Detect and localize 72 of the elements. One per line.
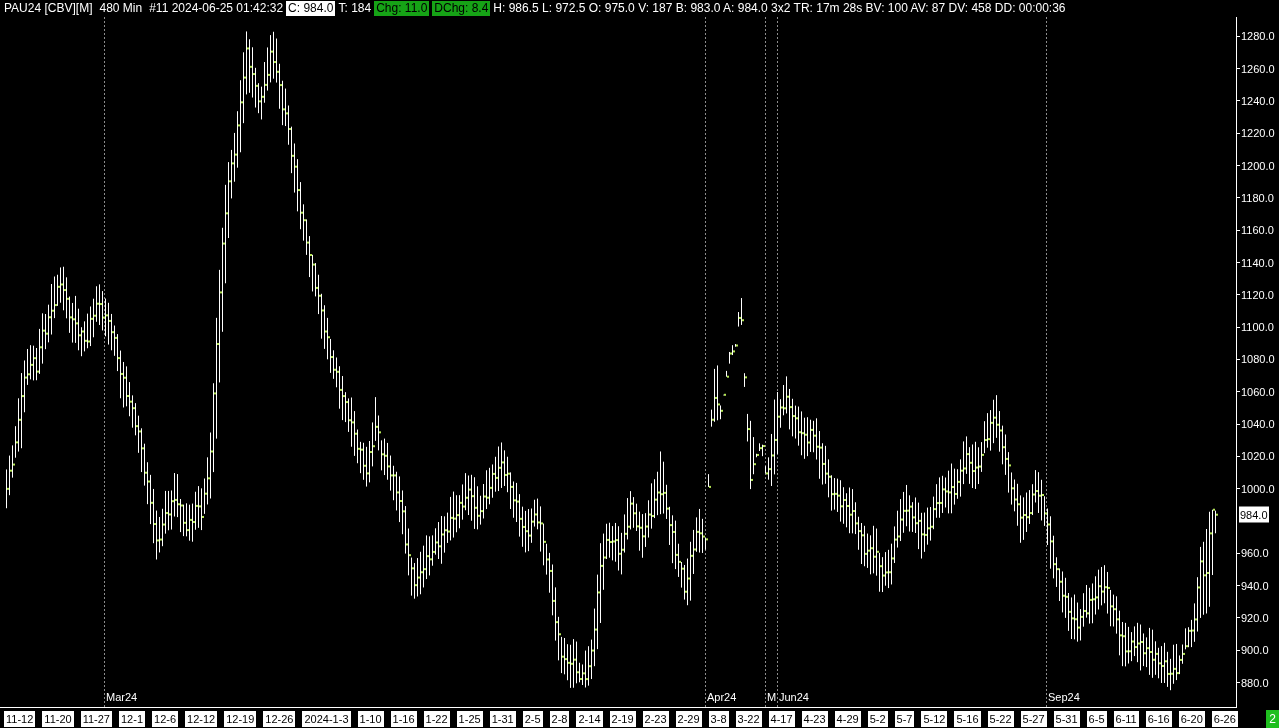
last-price-marker: 984.0 (1239, 506, 1269, 523)
contract-label: Jun24 (779, 691, 809, 704)
time-axis-label: 12-1 (119, 711, 145, 727)
time-axis-label: 11-20 (42, 711, 74, 727)
time-axis-label: 5-31 (1053, 711, 1080, 727)
price-axis-label: 1060.0 (1241, 384, 1275, 399)
contract-label: Apr24 (707, 691, 737, 704)
time-axis-label: 11-12 (4, 711, 36, 727)
time-axis-label: 4-17 (768, 711, 795, 727)
time-axis-label: 2-14 (576, 711, 603, 727)
time-axis-label: 2024-1-3 (302, 711, 351, 727)
time-axis-label: 12-26 (263, 711, 296, 727)
time-axis-label: 6-16 (1145, 711, 1172, 727)
status-badge: 2 (1266, 710, 1279, 728)
price-axis-label: 900.0 (1241, 643, 1269, 658)
price-axis-label: 940.0 (1241, 578, 1269, 593)
time-axis-label: 5-16 (954, 711, 981, 727)
price-axis-label: 960.0 (1241, 546, 1269, 561)
contract-label: Sep24 (1048, 691, 1080, 704)
price-axis-label: 1040.0 (1241, 417, 1275, 432)
time-axis-label: 1-16 (390, 711, 417, 727)
time-axis-label: 5-27 (1020, 711, 1047, 727)
time-axis-label: 6-26 (1211, 711, 1238, 727)
price-axis-label: 1080.0 (1241, 352, 1275, 367)
time-axis-label: 6-5 (1086, 711, 1107, 727)
time-axis-label: 5-7 (894, 711, 915, 727)
price-axis-label: 1260.0 (1241, 61, 1275, 76)
time-axis-label: 2-23 (642, 711, 669, 727)
price-axis-label: 920.0 (1241, 610, 1269, 625)
time-axis-label: 2-29 (675, 711, 702, 727)
price-axis-label: 1220.0 (1241, 126, 1275, 141)
price-axis-label: 1180.0 (1241, 190, 1274, 205)
price-axis-label: 1200.0 (1241, 158, 1275, 173)
quote-text: H: 986.5 L: 972.5 O: 975.0 V: 187 B: 983.0 A: 984.0 3x2 TR: 17m 28s BV: 100 AV: 87 DV: 458 DD: 00:00:36 (493, 1, 1066, 16)
price-axis-label: 1020.0 (1241, 449, 1275, 464)
time-axis-label: 5-12 (921, 711, 948, 727)
time-axis-label: 12-6 (152, 711, 179, 727)
price-axis-label: 1240.0 (1241, 93, 1275, 108)
time-axis-label: 12-12 (185, 711, 218, 727)
price-axis-label: 1160.0 (1241, 223, 1274, 238)
price-axis-label: 1000.0 (1241, 481, 1275, 496)
contract-label: Mar24 (106, 691, 138, 704)
price-axis-label: 1280.0 (1241, 29, 1275, 44)
change-quote: Chg: 11.0 (374, 1, 430, 16)
time-axis-label: 5-22 (987, 711, 1014, 727)
quote-text: PAU24 [CBV][M] (4, 1, 93, 16)
time-axis-label: 1-22 (423, 711, 450, 727)
time-axis-label: 3-8 (708, 711, 729, 727)
time-axis-label: 1-10 (357, 711, 384, 727)
time-axis-label: 1-25 (456, 711, 483, 727)
quote-text: #11 2024-06-25 01:42:32 (149, 1, 284, 16)
time-axis-label: 1-31 (489, 711, 516, 727)
time-axis-label: 2-8 (549, 711, 570, 727)
price-axis-label: 880.0 (1241, 675, 1269, 690)
time-axis-label: 4-29 (834, 711, 861, 727)
time-axis-label: 6-11 (1113, 711, 1139, 727)
close-quote: C: 984.0 (286, 1, 336, 16)
price-axis-label: 1100.0 (1241, 320, 1274, 335)
time-axis-label: 6-20 (1178, 711, 1205, 727)
price-axis-label: 1120.0 (1241, 287, 1274, 302)
quote-text: 480 Min (99, 1, 143, 16)
contract-label: M (767, 691, 777, 704)
time-axis-label: 4-23 (801, 711, 828, 727)
change-quote: DChg: 8.4 (432, 1, 491, 16)
time-axis-label: 2-19 (609, 711, 636, 727)
time-axis-label: 12-19 (224, 711, 257, 727)
quote-text: T: 184 (338, 1, 372, 16)
time-axis-label: 5-2 (867, 711, 888, 727)
time-axis-label: 11-27 (80, 711, 112, 727)
time-axis-label: 2-5 (522, 711, 543, 727)
time-axis-label: 3-22 (735, 711, 762, 727)
price-axis-label: 1140.0 (1241, 255, 1274, 270)
